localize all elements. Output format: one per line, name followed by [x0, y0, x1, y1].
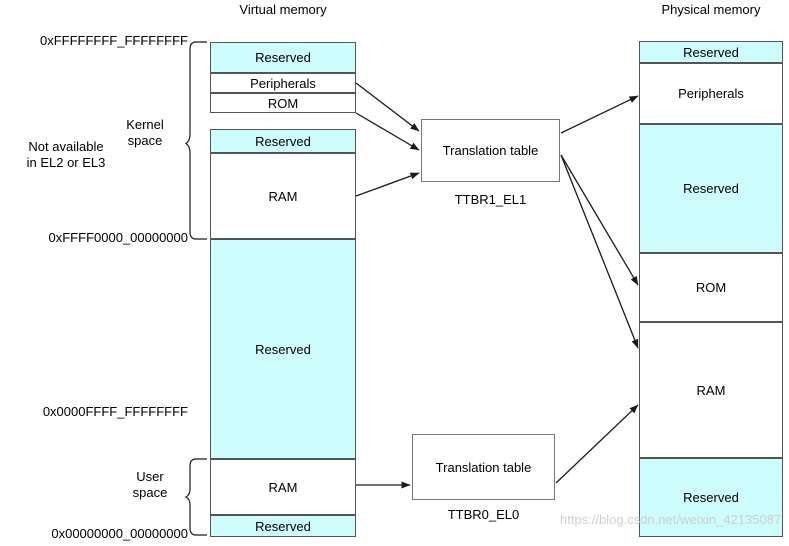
user-space-label-line2: space [132, 485, 168, 500]
physical-block-reserved-top: Reserved [639, 41, 783, 63]
diagram-canvas: Virtual memory Physical memory Reserved … [0, 0, 789, 546]
watermark-text: https://blog.csdn.net/weixin_42135087 [560, 512, 782, 527]
virtual-block-reserved-2: Reserved [210, 129, 356, 153]
kernel-space-brace [184, 41, 207, 240]
arrow-ttbr0-to-ram [555, 404, 639, 484]
virtual-block-rom: ROM [210, 93, 356, 113]
arrow-peripherals-to-ttbr1 [355, 82, 420, 132]
virtual-block-reserved-top: Reserved [210, 42, 356, 73]
virtual-memory-title: Virtual memory [239, 2, 327, 17]
arrow-ttbr1-to-ram [560, 154, 639, 349]
user-space-label-line1: User [136, 469, 164, 484]
virtual-block-user-ram: RAM [210, 459, 356, 515]
virtual-block-peripherals: Peripherals [210, 73, 356, 93]
availability-note-line2: in EL2 or EL3 [26, 155, 106, 170]
arrows-virtual-to-ttbr1 [355, 82, 420, 197]
user-space-label: User space [118, 469, 182, 501]
translation-table-ttbr1-box[interactable]: Translation table [421, 119, 560, 182]
physical-block-peripherals: Peripherals [639, 63, 783, 124]
availability-note: Not available in EL2 or EL3 [3, 139, 129, 171]
virtual-block-kernel-ram: RAM [210, 153, 356, 239]
physical-block-reserved: Reserved [639, 124, 783, 253]
physical-memory-title: Physical memory [661, 2, 761, 17]
availability-note-line1: Not available [28, 139, 104, 154]
address-user-top: 0x0000FFFF_FFFFFFFF [42, 404, 188, 419]
virtual-block-reserved-middle: Reserved [210, 239, 356, 459]
translation-table-ttbr1-label: TTBR1_EL1 [454, 192, 527, 207]
address-kernel-base: 0xFFFF0000_00000000 [48, 230, 188, 245]
virtual-block-reserved-bottom: Reserved [210, 515, 356, 537]
kernel-space-label-line1: Kernel [126, 117, 164, 132]
arrow-kernelram-to-ttbr1 [355, 172, 420, 197]
physical-block-rom: ROM [639, 253, 783, 322]
address-user-base: 0x00000000_00000000 [51, 526, 188, 541]
translation-table-ttbr0-box[interactable]: Translation table [412, 434, 555, 500]
arrow-rom-to-ttbr1 [355, 112, 420, 151]
translation-table-ttbr0-label: TTBR0_EL0 [447, 507, 520, 522]
arrows-ttbr1-to-physical [560, 95, 639, 349]
arrow-ttbr1-to-rom [560, 154, 639, 286]
physical-block-ram: RAM [639, 322, 783, 458]
user-space-brace [184, 458, 207, 536]
arrow-ttbr1-to-peripherals [560, 95, 639, 134]
address-top: 0xFFFFFFFF_FFFFFFFF [39, 33, 188, 48]
